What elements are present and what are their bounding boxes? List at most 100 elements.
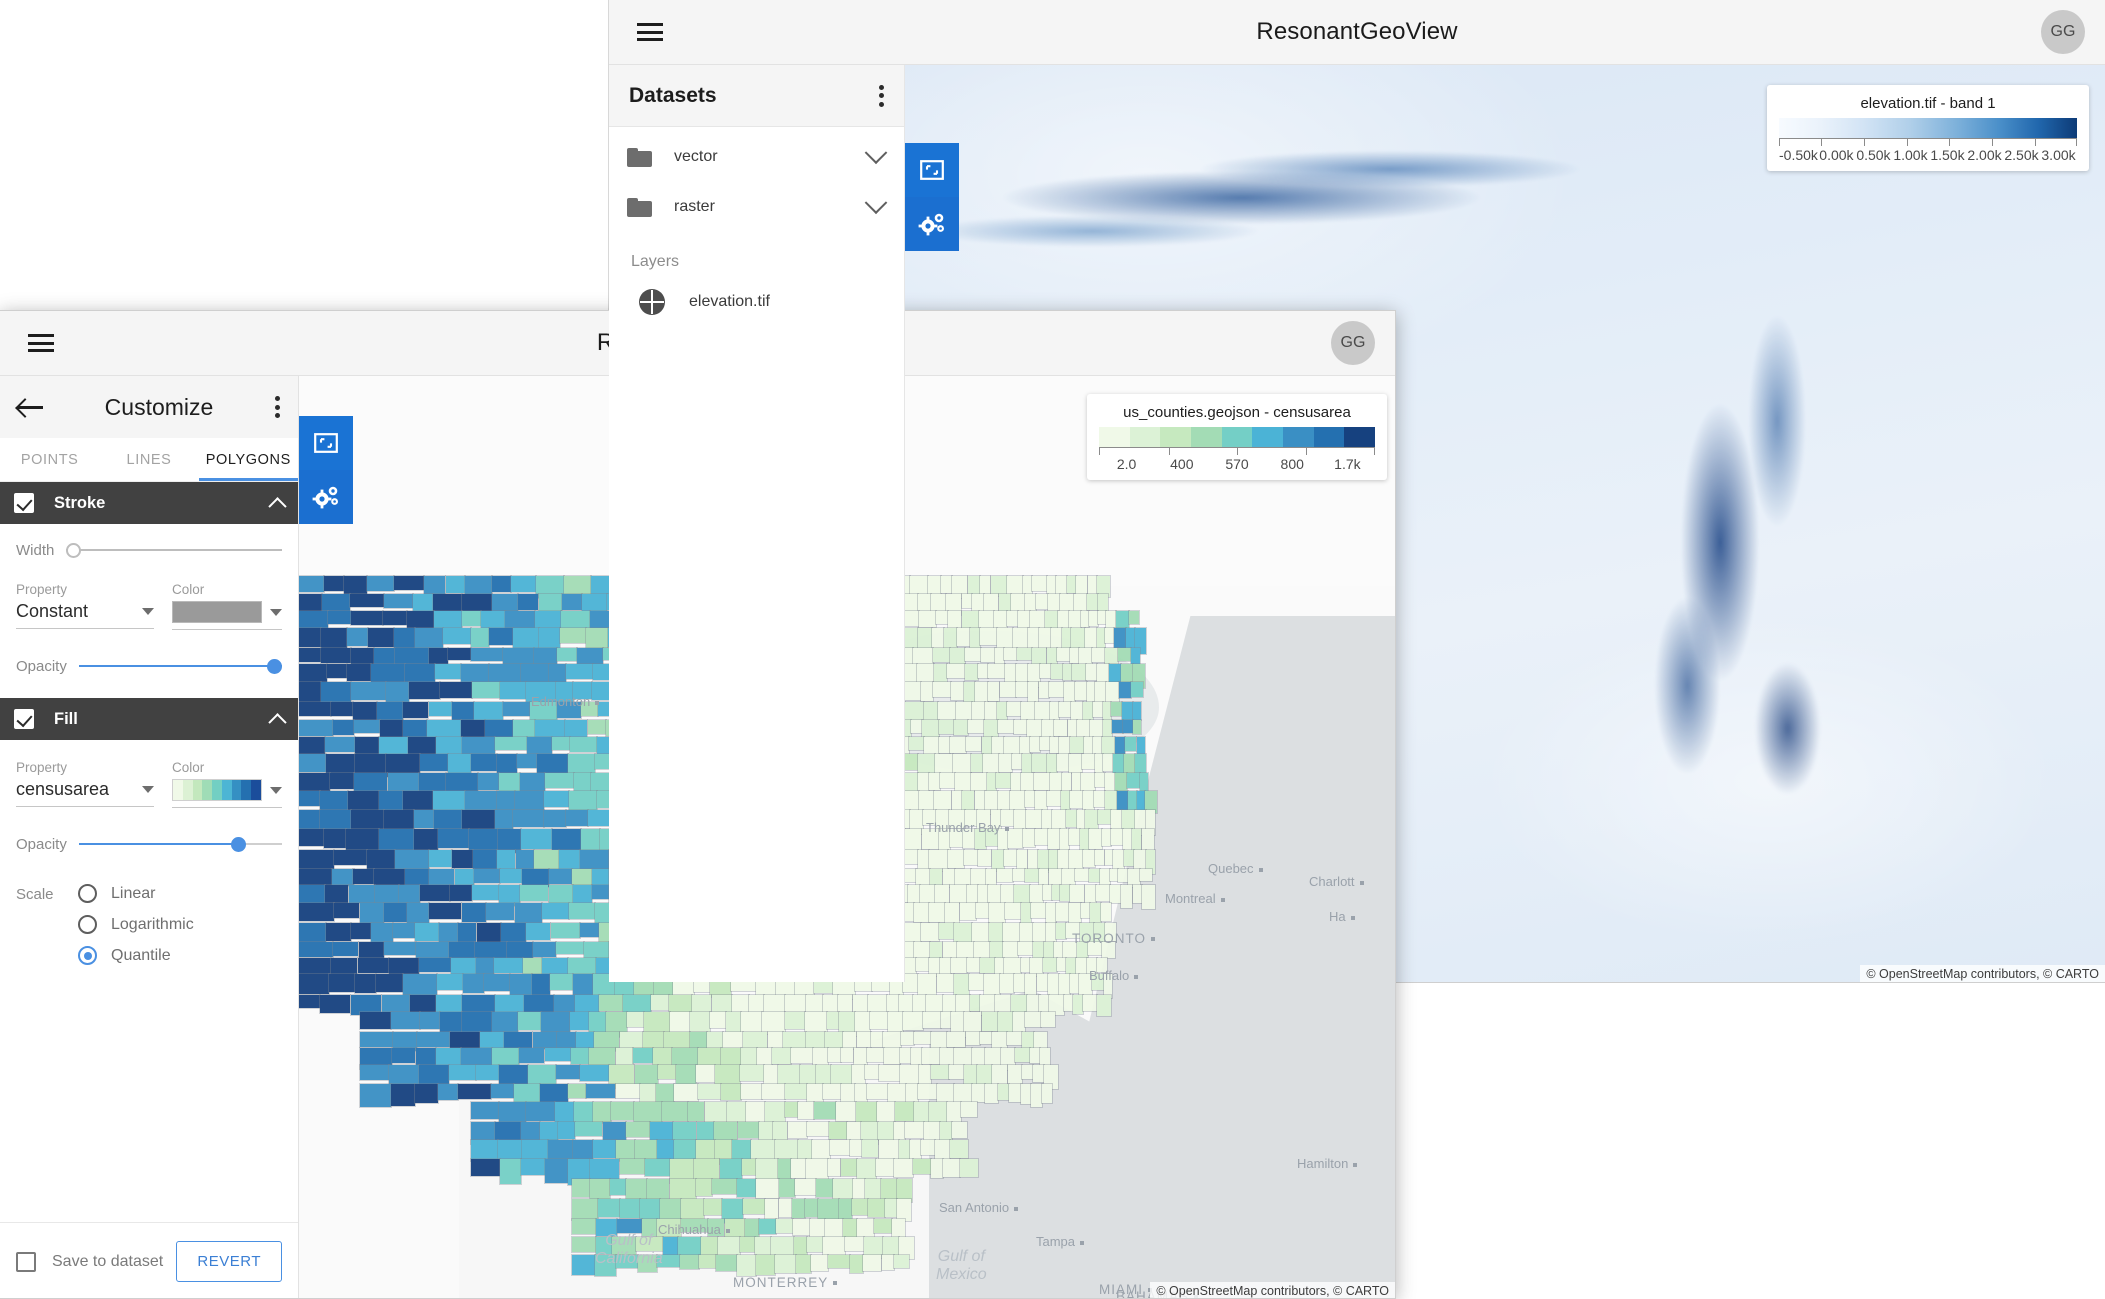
county-polygon[interactable] [576, 647, 604, 667]
county-polygon[interactable] [480, 609, 507, 629]
county-polygon[interactable] [1110, 718, 1125, 735]
county-polygon[interactable] [608, 1178, 628, 1196]
county-polygon[interactable] [987, 902, 1007, 925]
county-polygon[interactable] [955, 700, 973, 723]
county-polygon[interactable] [348, 593, 386, 609]
county-polygon[interactable] [1013, 719, 1029, 735]
county-polygon[interactable] [694, 1064, 716, 1084]
county-polygon[interactable] [470, 752, 498, 772]
county-polygon[interactable] [1095, 883, 1112, 903]
county-polygon[interactable] [710, 1178, 738, 1196]
county-polygon[interactable] [671, 1121, 698, 1143]
county-polygon[interactable] [1029, 1046, 1042, 1064]
county-polygon[interactable] [428, 902, 463, 920]
county-polygon[interactable] [1133, 848, 1148, 871]
county-polygon[interactable] [770, 1046, 792, 1066]
county-polygon[interactable] [953, 867, 972, 887]
county-polygon[interactable] [952, 718, 969, 737]
county-polygon[interactable] [1087, 868, 1101, 883]
county-polygon[interactable] [697, 1082, 723, 1101]
county-polygon[interactable] [1041, 883, 1053, 902]
gears-settings-icon[interactable] [905, 197, 959, 251]
county-polygon[interactable] [499, 868, 523, 884]
county-polygon[interactable] [513, 902, 544, 926]
county-polygon[interactable] [939, 1011, 953, 1030]
county-polygon[interactable] [494, 1121, 522, 1142]
county-polygon[interactable] [1022, 575, 1034, 597]
county-polygon[interactable] [460, 994, 496, 1013]
county-polygon[interactable] [708, 1011, 728, 1029]
county-polygon[interactable] [1096, 609, 1108, 626]
county-polygon[interactable] [791, 1198, 807, 1220]
county-polygon[interactable] [758, 1217, 777, 1236]
county-polygon[interactable] [774, 1217, 794, 1234]
county-polygon[interactable] [660, 1101, 689, 1123]
county-polygon[interactable] [502, 700, 531, 718]
county-polygon[interactable] [609, 1101, 636, 1122]
county-polygon[interactable] [516, 1011, 543, 1031]
county-polygon[interactable] [828, 1138, 851, 1156]
county-polygon[interactable] [865, 1046, 885, 1063]
county-polygon[interactable] [1079, 902, 1092, 920]
county-polygon[interactable] [826, 1046, 843, 1063]
county-polygon[interactable] [329, 957, 359, 977]
county-polygon[interactable] [1139, 867, 1153, 883]
county-polygon[interactable] [1072, 994, 1085, 1015]
county-polygon[interactable] [935, 973, 955, 993]
county-polygon[interactable] [614, 1138, 637, 1162]
county-polygon[interactable] [618, 1198, 641, 1220]
county-polygon[interactable] [350, 609, 384, 626]
county-polygon[interactable] [514, 790, 545, 812]
county-polygon[interactable] [1132, 700, 1142, 721]
county-polygon[interactable] [1035, 593, 1050, 611]
county-polygon[interactable] [1109, 883, 1123, 904]
county-polygon[interactable] [893, 1254, 911, 1269]
county-polygon[interactable] [928, 848, 950, 872]
county-polygon[interactable] [323, 575, 345, 592]
county-polygon[interactable] [1101, 719, 1113, 738]
county-polygon[interactable] [887, 1011, 905, 1035]
county-polygon[interactable] [678, 1253, 700, 1271]
county-polygon[interactable] [715, 1254, 738, 1272]
county-polygon[interactable] [449, 957, 477, 976]
county-polygon[interactable] [1094, 772, 1106, 788]
county-polygon[interactable] [1041, 956, 1059, 974]
dataset-folder-raster[interactable]: raster [609, 187, 904, 227]
county-polygon[interactable] [570, 1217, 597, 1235]
county-polygon[interactable] [1031, 752, 1048, 774]
county-polygon[interactable] [1009, 790, 1026, 812]
county-polygon[interactable] [997, 719, 1016, 734]
fill-opacity-slider[interactable] [78, 834, 282, 854]
county-polygon[interactable] [469, 1158, 501, 1177]
county-polygon[interactable] [451, 848, 474, 869]
county-polygon[interactable] [1023, 790, 1037, 809]
county-polygon[interactable] [960, 1101, 978, 1119]
county-polygon[interactable] [996, 1082, 1010, 1101]
county-polygon[interactable] [948, 883, 969, 904]
county-polygon[interactable] [658, 1198, 682, 1222]
county-polygon[interactable] [1048, 681, 1066, 699]
county-polygon[interactable] [929, 868, 944, 887]
county-polygon[interactable] [414, 1082, 439, 1104]
county-polygon[interactable] [541, 902, 570, 921]
county-polygon[interactable] [618, 1158, 646, 1176]
county-polygon[interactable] [972, 940, 992, 960]
county-polygon[interactable] [570, 1235, 598, 1254]
county-polygon[interactable] [1033, 772, 1051, 791]
county-polygon[interactable] [1116, 790, 1129, 812]
county-polygon[interactable] [418, 956, 452, 974]
county-polygon[interactable] [299, 993, 321, 1010]
county-polygon[interactable] [437, 828, 471, 849]
county-polygon[interactable] [913, 1030, 933, 1046]
county-polygon[interactable] [560, 593, 583, 612]
county-polygon[interactable] [1131, 883, 1143, 904]
county-polygon[interactable] [954, 994, 972, 1015]
county-polygon[interactable] [814, 1178, 834, 1198]
county-polygon[interactable] [673, 1082, 700, 1103]
county-polygon[interactable] [966, 956, 982, 974]
county-polygon[interactable] [382, 940, 418, 956]
county-polygon[interactable] [1110, 700, 1123, 718]
county-polygon[interactable] [694, 1138, 717, 1160]
county-polygon[interactable] [518, 883, 550, 903]
county-polygon[interactable] [777, 1198, 794, 1218]
